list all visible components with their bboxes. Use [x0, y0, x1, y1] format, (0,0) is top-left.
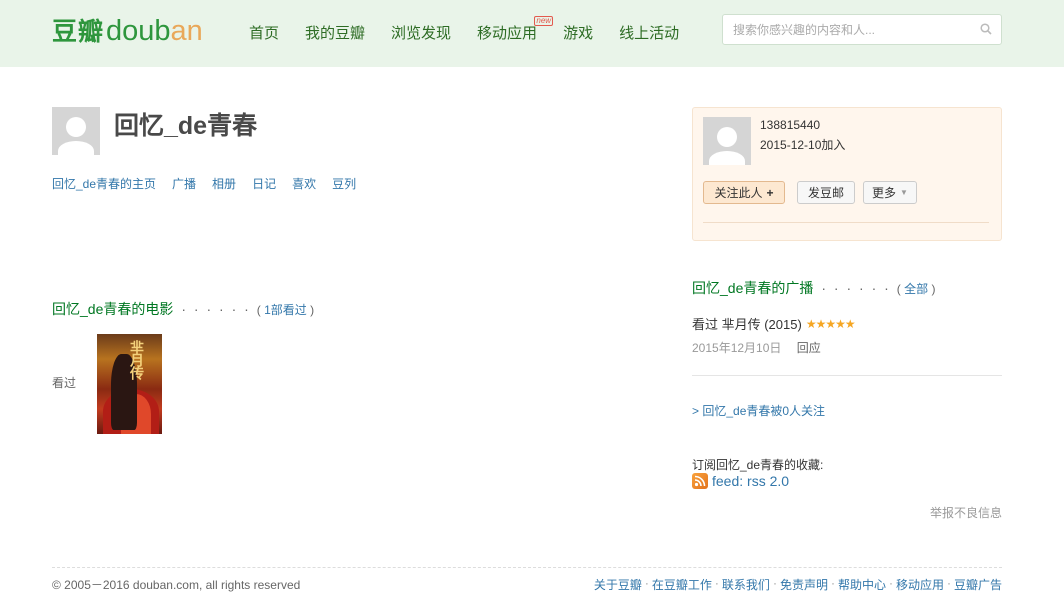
section-divider — [692, 375, 1002, 376]
avatar-head-shape — [66, 117, 86, 137]
avatar-body-shape — [58, 141, 94, 155]
report-link[interactable]: 举报不良信息 — [930, 504, 1002, 521]
card-avatar[interactable] — [703, 117, 751, 165]
status-date[interactable]: 2015年12月10日 — [692, 341, 781, 355]
search-box — [722, 14, 1002, 45]
movies-count-close: ) — [306, 303, 315, 317]
subscribe-label: 订阅回忆_de青春的收藏: — [692, 458, 824, 472]
more-label: 更多 — [872, 186, 897, 200]
movies-count-link[interactable]: 1部看过 — [264, 303, 307, 317]
card-avatar-head-shape — [717, 127, 737, 147]
status-text: 看过 芈月传 (2015) — [692, 317, 802, 332]
copyright: © 2005－2016 douban.com, all rights reser… — [52, 578, 301, 592]
nav-item-online-events[interactable]: 线上活动 — [619, 22, 679, 43]
subnav-item-likes[interactable]: 喜欢 — [292, 175, 316, 192]
subnav-item-album[interactable]: 相册 — [212, 175, 236, 192]
subnav-item-home[interactable]: 回忆_de青春的主页 — [52, 175, 156, 192]
rss-link[interactable]: feed: rss 2.0 — [712, 473, 789, 489]
reply-link[interactable]: 回应 — [797, 341, 821, 355]
footer-links: 关于豆瓣 · 在豆瓣工作 · 联系我们 · 免责声明 · 帮助中心 · 移动应用 · 豆瓣广… — [594, 576, 1002, 593]
rating-stars-icon: ★★★★★ — [805, 316, 856, 331]
watched-label: 看过 — [52, 376, 77, 390]
footer-separator: · — [830, 576, 835, 590]
movie-poster[interactable]: 芈月传 — [97, 334, 162, 434]
nav-item-my-douban[interactable]: 我的豆瓣 — [305, 22, 365, 43]
subnav-item-diary[interactable]: 日记 — [252, 175, 276, 192]
footer-separator: · — [644, 576, 649, 590]
movies-count: ( 1部看过 ) — [257, 301, 314, 318]
join-date: 2015-12-10加入 — [760, 138, 846, 152]
search-icon[interactable] — [980, 23, 992, 35]
footer-divider — [52, 567, 1002, 568]
page-title: 回忆_de青春 — [114, 112, 258, 140]
chevron-down-icon: ▼ — [900, 188, 908, 197]
subnav-item-broadcast[interactable]: 广播 — [172, 175, 196, 192]
footer-separator: · — [772, 576, 777, 590]
broadcast-all-close: ) — [928, 282, 936, 296]
movies-section-title: 回忆_de青春的电影 · · · · · · ( 1部看过 ) — [52, 299, 314, 319]
user-id: 138815440 — [760, 118, 821, 132]
top-nav-bar: 豆瓣 douban 首页 我的豆瓣 浏览发现 移动应用 new 游戏 线上活动 — [0, 0, 1064, 67]
broadcast-title: 回忆_de青春的广播 — [692, 280, 814, 296]
footer-link-contact[interactable]: 联系我们 — [722, 576, 770, 593]
broadcast-dots: · · · · · · — [821, 280, 891, 296]
send-mail-button[interactable]: 发豆邮 — [797, 181, 855, 204]
follow-label: 关注此人 — [714, 186, 763, 200]
followers-link[interactable]: > 回忆_de青春被0人关注 — [692, 402, 825, 419]
card-avatar-body-shape — [709, 151, 745, 165]
broadcast-section-title: 回忆_de青春的广播 · · · · · · ( 全部 ) — [692, 278, 935, 298]
plus-icon: + — [766, 185, 774, 200]
follow-button[interactable]: 关注此人 + — [703, 181, 785, 204]
footer-separator: · — [714, 576, 719, 590]
footer-link-mobile[interactable]: 移动应用 — [896, 576, 944, 593]
status-item: 看过 芈月传 (2015) ★★★★★ — [692, 314, 856, 333]
subnav-item-doulist[interactable]: 豆列 — [332, 175, 356, 192]
rss-feed[interactable]: feed: rss 2.0 — [692, 473, 789, 489]
footer-link-jobs[interactable]: 在豆瓣工作 — [652, 576, 712, 593]
footer-link-ads[interactable]: 豆瓣广告 — [954, 576, 1002, 593]
footer-link-about[interactable]: 关于豆瓣 — [594, 576, 642, 593]
user-info-card: 138815440 2015-12-10加入 关注此人 + 发豆邮 更多 ▼ — [692, 107, 1002, 241]
rss-icon — [692, 473, 708, 489]
nav-item-explore[interactable]: 浏览发现 — [391, 22, 451, 43]
status-meta: 2015年12月10日 回应 — [692, 339, 821, 356]
movies-dots: · · · · · · — [181, 301, 251, 317]
card-divider — [703, 222, 989, 223]
poster-title: 芈月传 — [129, 340, 145, 379]
movies-title: 回忆_de青春的电影 — [52, 301, 174, 317]
broadcast-all: ( 全部 ) — [897, 280, 936, 297]
logo-en-text: douban — [106, 15, 203, 47]
footer-separator: · — [946, 576, 951, 590]
new-badge: new — [534, 16, 554, 26]
user-avatar[interactable] — [52, 107, 100, 155]
main-nav: 首页 我的豆瓣 浏览发现 移动应用 new 游戏 线上活动 — [249, 16, 705, 43]
footer-link-help[interactable]: 帮助中心 — [838, 576, 886, 593]
more-button[interactable]: 更多 ▼ — [863, 181, 917, 204]
douban-logo[interactable]: 豆瓣 douban — [52, 12, 203, 48]
nav-item-mobile-apps[interactable]: 移动应用 new — [477, 16, 554, 43]
search-input[interactable] — [723, 15, 963, 44]
logo-cn-text: 豆瓣 — [52, 18, 105, 46]
profile-subnav: 回忆_de青春的主页 广播 相册 日记 喜欢 豆列 — [52, 175, 372, 192]
broadcast-all-link[interactable]: 全部 — [904, 282, 928, 296]
nav-item-games[interactable]: 游戏 — [563, 22, 593, 43]
nav-item-mobile-apps-label: 移动应用 — [477, 25, 538, 42]
nav-item-home[interactable]: 首页 — [249, 22, 279, 43]
footer-link-disclaimer[interactable]: 免责声明 — [780, 576, 828, 593]
footer-separator: · — [888, 576, 893, 590]
